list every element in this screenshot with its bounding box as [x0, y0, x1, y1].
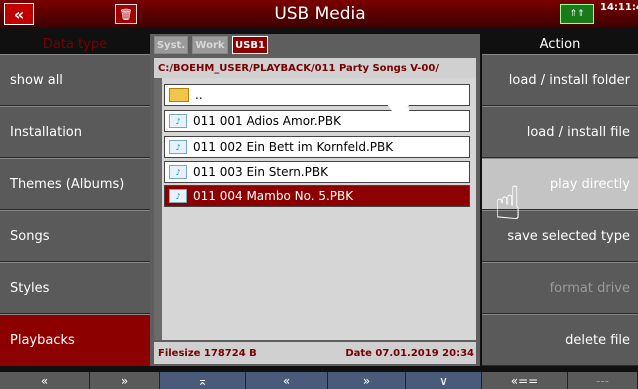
page-title: USB Media [274, 4, 366, 24]
data-type-installation[interactable]: Installation [0, 106, 150, 158]
file-icon: ♪ [169, 165, 187, 179]
parent-folder-label: .. [195, 88, 203, 102]
file-name: 011 002 Ein Bett im Kornfeld.PBK [193, 140, 394, 154]
file-list-scrollbar[interactable] [154, 78, 162, 340]
file-name: 011 001 Adios Amor.PBK [193, 114, 342, 128]
file-icon: ♪ [169, 114, 187, 128]
file-name: 011 004 Mambo No. 5.PBK [193, 189, 354, 203]
load-install-folder-button[interactable]: load / install folder [482, 54, 638, 106]
blank-button[interactable]: --- [568, 372, 638, 389]
tab-usb1[interactable]: USB1 [232, 36, 268, 54]
page-down-button[interactable]: » [90, 372, 160, 389]
load-install-file-button[interactable]: load / install file [482, 106, 638, 158]
data-type-songs[interactable]: Songs [0, 210, 150, 262]
folder-icon [169, 88, 189, 102]
usb-icon: ⇑⇑ [560, 4, 594, 24]
tab-syst[interactable]: Syst. [154, 36, 188, 54]
back-button[interactable]: « [4, 3, 34, 25]
tab-work[interactable]: Work [192, 36, 228, 54]
data-type-show-all[interactable]: show all [0, 54, 150, 106]
file-icon: ♪ [169, 140, 187, 154]
file-row[interactable]: ♪ 011 003 Ein Stern.PBK [164, 161, 470, 183]
last-item-button[interactable]: ∨ [406, 372, 482, 389]
action-heading: Action [539, 36, 581, 52]
first-item-button[interactable]: ⌅ [160, 372, 246, 389]
data-type-heading: Data type [42, 36, 108, 52]
data-type-themes[interactable]: Themes (Albums) [0, 158, 150, 210]
scroll-down-button[interactable]: » [328, 372, 406, 389]
format-drive-button[interactable]: format drive [482, 262, 638, 314]
delete-file-button[interactable]: delete file [482, 314, 638, 366]
file-row-selected[interactable]: ♪ 011 004 Mambo No. 5.PBK [164, 185, 470, 207]
clock: 14:11:4 [600, 2, 638, 13]
file-icon: ♪ [169, 189, 187, 203]
pointing-hand-icon: ☝ [494, 176, 523, 230]
file-size: Filesize 178724 B [158, 347, 257, 359]
trash-icon[interactable]: 🗑 [115, 4, 137, 24]
file-name: 011 003 Ein Stern.PBK [193, 165, 328, 179]
current-path: C:/BOEHM_USER/PLAYBACK/011 Party Songs V… [154, 58, 476, 78]
scroll-up-button[interactable]: « [246, 372, 328, 389]
file-row[interactable]: ♪ 011 002 Ein Bett im Kornfeld.PBK [164, 136, 470, 158]
page-up-button[interactable]: « [0, 372, 90, 389]
data-type-playbacks[interactable]: Playbacks [0, 314, 150, 366]
data-type-styles[interactable]: Styles [0, 262, 150, 314]
file-date: Date 07.01.2019 20:34 [345, 347, 474, 359]
back-arrow-button[interactable]: «== [482, 372, 568, 389]
